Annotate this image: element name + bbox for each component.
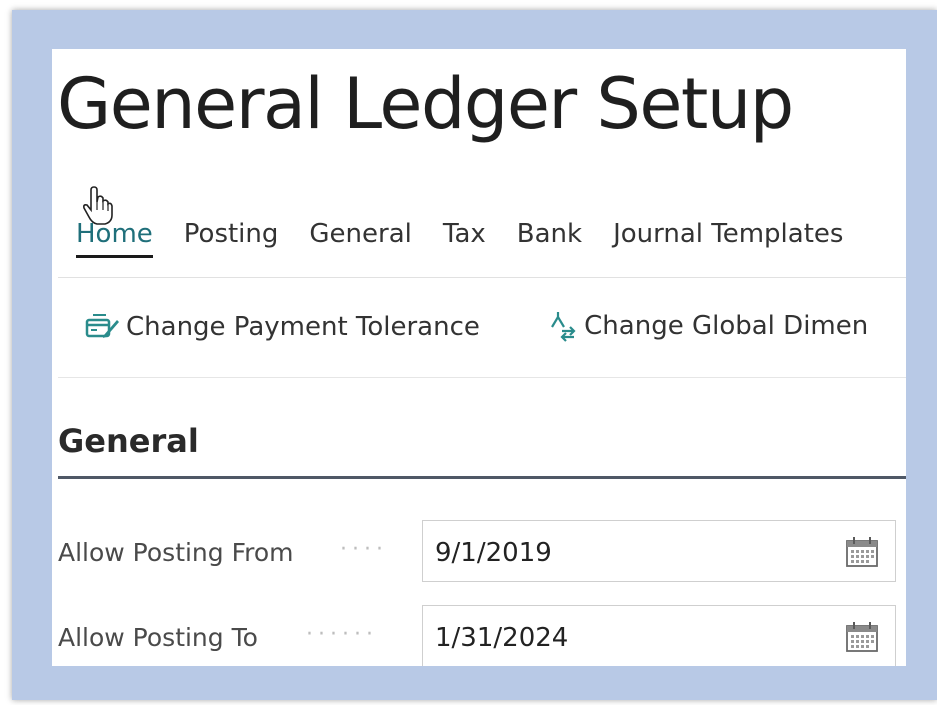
allow-posting-to-label: Allow Posting To	[58, 623, 258, 652]
page-panel: General Ledger Setup Home Posting General T…	[52, 49, 906, 666]
calendar-icon[interactable]	[845, 536, 879, 568]
allow-posting-from-input[interactable]: 9/1/2019	[422, 520, 896, 582]
change-global-dimensions-label: Change Global Dimen	[584, 311, 869, 341]
page-title: General Ledger Setup	[57, 63, 794, 145]
field-leader-dots: ····	[340, 537, 388, 562]
tab-tax[interactable]: Tax	[443, 219, 486, 255]
allow-posting-from-label: Allow Posting From	[58, 538, 294, 567]
allow-posting-to-input[interactable]: 1/31/2024	[422, 605, 896, 666]
action-bar: Change Payment Tolerance Change Global D…	[84, 309, 906, 350]
tab-general[interactable]: General	[309, 219, 411, 255]
hand-pointer-cursor-icon	[83, 186, 113, 225]
change-payment-tolerance-label: Change Payment Tolerance	[126, 312, 480, 342]
tabs-divider	[58, 277, 906, 278]
section-title: General	[58, 422, 199, 460]
tab-journal-templates[interactable]: Journal Templates	[613, 219, 843, 255]
change-payment-tolerance-button[interactable]: Change Payment Tolerance	[84, 311, 480, 343]
change-global-dimensions-button[interactable]: Change Global Dimen	[544, 309, 868, 343]
tab-bank[interactable]: Bank	[517, 219, 582, 255]
action-tabs: Home Posting General Tax Bank Journal Templat…	[76, 219, 874, 258]
allow-posting-to-row: Allow Posting To ······ 1/31/2024	[58, 605, 898, 666]
actions-divider	[58, 377, 906, 378]
tab-posting[interactable]: Posting	[184, 219, 279, 255]
allow-posting-from-row: Allow Posting From ···· 9/1/2019	[58, 520, 898, 584]
section-underline	[58, 476, 906, 479]
allow-posting-to-value: 1/31/2024	[435, 623, 569, 653]
field-leader-dots: ······	[306, 622, 378, 647]
global-dimensions-icon	[551, 312, 576, 342]
payment-tolerance-icon	[85, 314, 119, 338]
calendar-icon[interactable]	[845, 621, 879, 653]
allow-posting-from-value: 9/1/2019	[435, 538, 552, 568]
